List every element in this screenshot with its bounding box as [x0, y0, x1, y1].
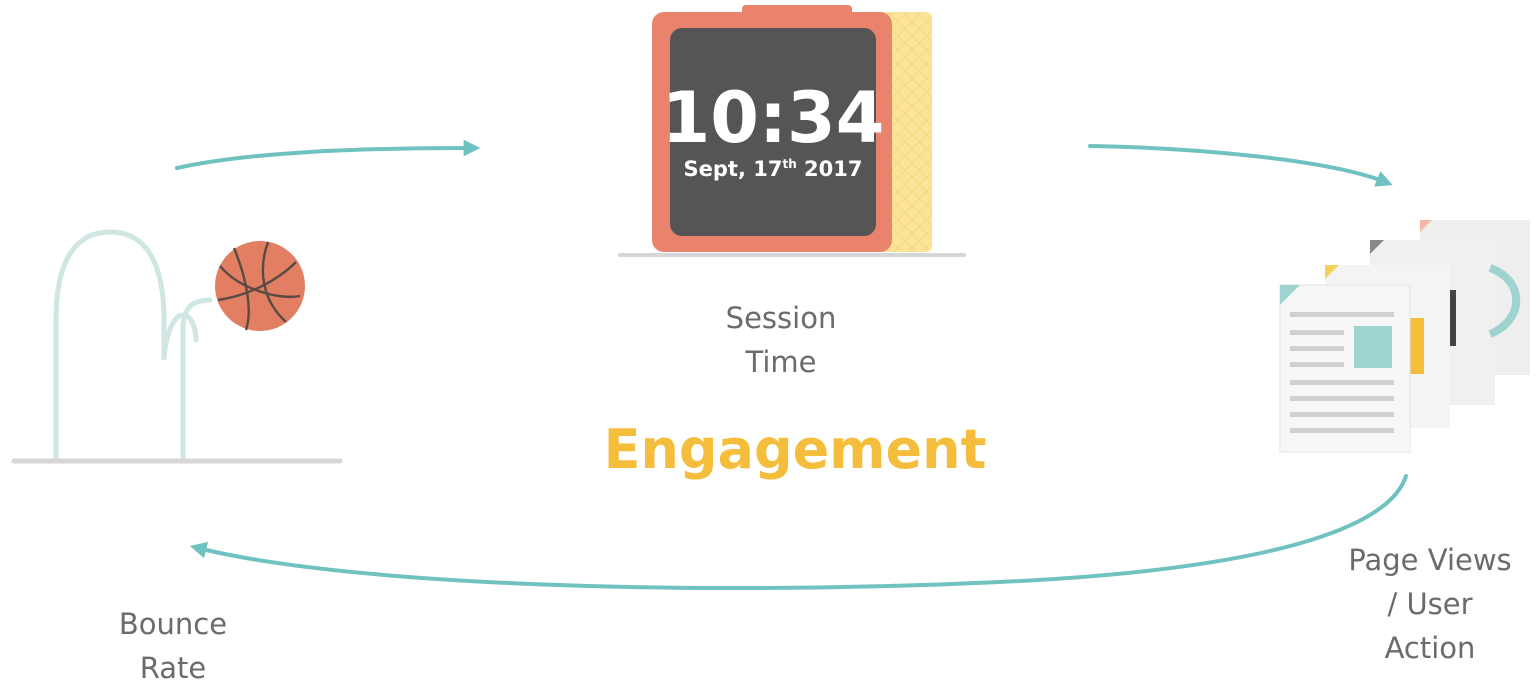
pageviews-label-line-3: Action	[1384, 631, 1476, 665]
session-label-line-1: Session	[725, 301, 837, 335]
clock-date: Sept, 17th 2017	[684, 157, 863, 181]
bounce-label-line-2: Rate	[139, 651, 207, 685]
session-time-label: Session Time	[690, 296, 872, 384]
page-views-label: Page Views / User Action	[1310, 538, 1539, 670]
arrow-bounce-to-session	[175, 139, 481, 170]
bounce-rate-label: Bounce Rate	[82, 602, 264, 690]
clock-date-prefix: Sept, 17	[684, 157, 783, 181]
session-label-line-2: Time	[745, 345, 817, 379]
engagement-title: Engagement	[603, 418, 987, 481]
bounce-label-line-1: Bounce	[118, 607, 228, 641]
clock-date-suffix: th	[782, 157, 796, 171]
clock-time: 10:34	[662, 77, 885, 159]
clock-date-year: 2017	[797, 157, 863, 181]
arrow-session-to-pageviews	[1088, 144, 1393, 187]
basketball-icon	[215, 241, 305, 331]
documents-icon	[1279, 220, 1530, 453]
pageviews-label-line-2: / User	[1387, 587, 1473, 621]
arrow-pageviews-to-bounce	[189, 474, 1408, 591]
bounce-trail	[53, 229, 199, 463]
bounce-illustration	[11, 229, 343, 464]
pageviews-label-line-1: Page Views	[1348, 543, 1512, 577]
clock-icon: 10:34 Sept, 17th 2017	[618, 5, 966, 257]
